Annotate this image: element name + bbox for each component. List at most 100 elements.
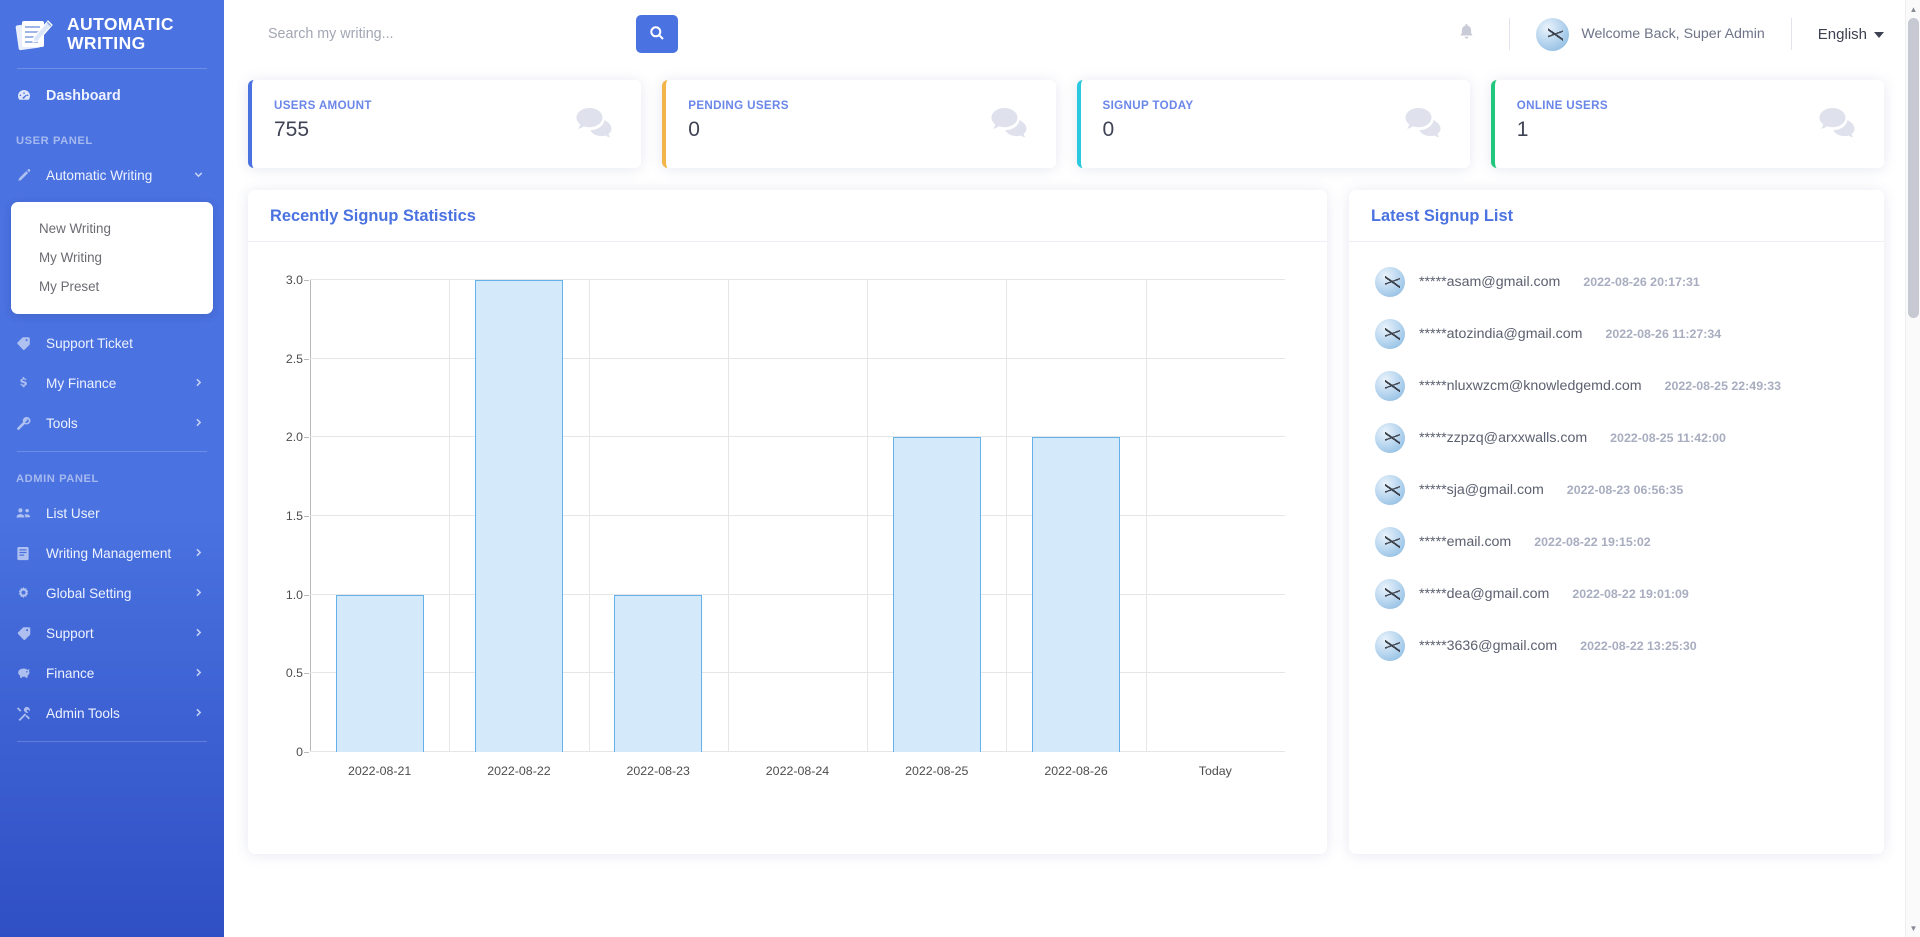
stat-card-online-users[interactable]: ONLINE USERS 1: [1490, 80, 1884, 168]
sidebar-item-support-ticket[interactable]: Support Ticket: [0, 323, 224, 363]
sidebar-item-finance[interactable]: Finance: [0, 653, 224, 693]
stat-label: SIGNUP TODAY: [1102, 99, 1194, 112]
signup-list-item[interactable]: *****atozindia@gmail.com 2022-08-26 11:27…: [1349, 308, 1884, 360]
stat-value: 0: [688, 118, 700, 141]
sidebar-subitem-new-writing[interactable]: New Writing: [11, 214, 213, 243]
brand-logo[interactable]: AUTOMATIC WRITING: [0, 0, 224, 68]
signup-date: 2022-08-26 20:17:31: [1583, 275, 1700, 289]
stat-value: 0: [1102, 118, 1115, 141]
chart-y-tick-label: 0: [296, 745, 309, 759]
caret-down-icon: [1874, 26, 1884, 43]
notification-bell-button[interactable]: [1449, 17, 1483, 51]
app-root: AUTOMATIC WRITING Dashboard USER PANEL A…: [0, 0, 1920, 937]
topbar: Welcome Back, Super Admin English: [224, 0, 1920, 68]
chart-bar[interactable]: [475, 280, 563, 752]
chart-x-tick-label: 2022-08-21: [347, 764, 412, 778]
signup-list-item[interactable]: *****3636@gmail.com 2022-08-22 13:25:30: [1349, 620, 1884, 672]
brand-title-line1: AUTOMATIC: [67, 14, 174, 35]
signup-date: 2022-08-25 22:49:33: [1664, 379, 1782, 393]
signup-list-item[interactable]: *****dea@gmail.com 2022-08-22 19:01:09: [1349, 568, 1884, 620]
latest-signup-list-panel: Latest Signup List *****asam@gmail.com 20…: [1349, 190, 1884, 854]
sidebar-item-label: List User: [46, 505, 100, 521]
chart-y-tick-label: 2.5: [285, 351, 310, 366]
dashboard-content: USERS AMOUNT 755 PENDING USERS 0 SIGNUP …: [224, 68, 1920, 937]
stat-card-pending-users[interactable]: PENDING USERS 0: [662, 80, 1056, 168]
sidebar-item-label: Dashboard: [46, 88, 121, 104]
sidebar-item-writing-management[interactable]: Writing Management: [0, 533, 224, 573]
sidebar-item-tools[interactable]: Tools: [0, 403, 224, 443]
chevron-right-icon: [193, 376, 204, 391]
sidebar-item-admin-tools[interactable]: Admin Tools: [0, 693, 224, 733]
sidebar-item-label: Automatic Writing: [46, 167, 153, 183]
signup-email: *****email.com: [1419, 534, 1512, 550]
chart-y-tick-label: 0.5: [285, 666, 310, 681]
stat-card-users-amount[interactable]: USERS AMOUNT 755: [248, 80, 642, 168]
chart-y-tick-label: 1.5: [285, 509, 310, 523]
sidebar-subitem-my-preset[interactable]: My Preset: [11, 272, 213, 301]
sidebar-item-my-finance[interactable]: My Finance: [0, 363, 224, 403]
signup-date: 2022-08-25 11:42:00: [1610, 431, 1726, 445]
avatar: [1375, 631, 1405, 661]
signup-email: *****3636@gmail.com: [1419, 638, 1558, 654]
signup-list-item[interactable]: *****asam@gmail.com 2022-08-26 20:17:31: [1349, 256, 1884, 308]
search-input[interactable]: [268, 22, 598, 46]
sidebar-divider-bottom: [17, 741, 207, 742]
scrollbar-thumb[interactable]: [1908, 18, 1919, 318]
chart-vertical-gridline: [1145, 280, 1147, 752]
users-icon: [16, 504, 38, 522]
tag-icon: [16, 624, 38, 642]
avatar: [1375, 423, 1405, 453]
scroll-up-arrow-icon[interactable]: ▲: [1906, 1, 1920, 17]
book-icon: [16, 544, 38, 562]
signup-date: 2022-08-23 06:56:35: [1566, 483, 1684, 497]
stat-card-signup-today[interactable]: SIGNUP TODAY 0: [1076, 80, 1470, 168]
search-area: [268, 15, 678, 53]
sidebar: AUTOMATIC WRITING Dashboard USER PANEL A…: [0, 0, 224, 937]
signup-list-item[interactable]: *****zzpzq@arxxwalls.com 2022-08-25 11:42…: [1349, 412, 1884, 464]
signup-list-item[interactable]: *****sja@gmail.com 2022-08-23 06:56:35: [1349, 464, 1884, 516]
sidebar-subitem-my-writing[interactable]: My Writing: [11, 243, 213, 272]
chart-bar[interactable]: [1032, 437, 1120, 752]
dollar-icon: [16, 374, 38, 392]
chart-bar[interactable]: [892, 437, 981, 752]
signup-list-item[interactable]: *****email.com 2022-08-22 19:15:02: [1349, 516, 1884, 568]
sidebar-item-dashboard[interactable]: Dashboard: [0, 76, 224, 116]
chart-bar-slot: 2022-08-22: [449, 280, 588, 778]
signup-list-item[interactable]: *****nluxwzcm@knowledgemd.com 2022-08-25 …: [1349, 360, 1884, 412]
sidebar-item-support[interactable]: Support: [0, 613, 224, 653]
chart-vertical-gridline: [1006, 280, 1008, 752]
chat-bubbles-icon: [991, 108, 1031, 144]
sidebar-item-global-setting[interactable]: Global Setting: [0, 573, 224, 613]
signup-bar-chart: 0 0.5 1.0 1.5 2.0 2.5 3.0 2022-08-21 2022-08-22 2…: [266, 268, 1307, 798]
avatar: [1375, 527, 1405, 557]
language-selector[interactable]: English: [1818, 26, 1884, 43]
page-scrollbar[interactable]: ▲ ▼: [1905, 0, 1920, 937]
chart-x-tick-label: 2022-08-22: [487, 764, 551, 778]
piggy-bank-icon: [16, 664, 38, 682]
chevron-down-icon: [193, 168, 204, 183]
chart-bar[interactable]: [614, 594, 703, 752]
chart-bar[interactable]: [335, 594, 424, 752]
sidebar-item-automatic-writing[interactable]: Automatic Writing: [0, 155, 224, 195]
tag-icon: [16, 334, 38, 352]
chevron-right-icon: [193, 416, 204, 431]
chart-x-tick-label: Today: [1198, 764, 1232, 778]
sidebar-item-list-user[interactable]: List User: [0, 493, 224, 533]
user-menu[interactable]: Welcome Back, Super Admin: [1536, 17, 1765, 51]
chevron-right-icon: [193, 626, 204, 641]
chevron-right-icon: [193, 546, 204, 561]
avatar: [1375, 267, 1405, 297]
sidebar-item-label: Admin Tools: [46, 705, 120, 721]
chevron-right-icon: [193, 586, 204, 601]
sidebar-item-label: Global Setting: [46, 585, 132, 601]
signup-email: *****dea@gmail.com: [1419, 586, 1550, 602]
search-button[interactable]: [636, 15, 678, 53]
signup-panel-title: Latest Signup List: [1371, 207, 1514, 225]
chat-bubbles-icon: [1405, 108, 1445, 144]
scroll-down-arrow-icon[interactable]: ▼: [1906, 920, 1920, 936]
sidebar-section-user-panel: USER PANEL: [16, 135, 93, 147]
chart-y-tick-label: 1.0: [285, 587, 310, 602]
sidebar-nav: Dashboard USER PANEL Automatic Writing N…: [0, 69, 224, 742]
signup-date: 2022-08-22 19:15:02: [1534, 535, 1651, 549]
wrench-icon: [16, 414, 38, 432]
